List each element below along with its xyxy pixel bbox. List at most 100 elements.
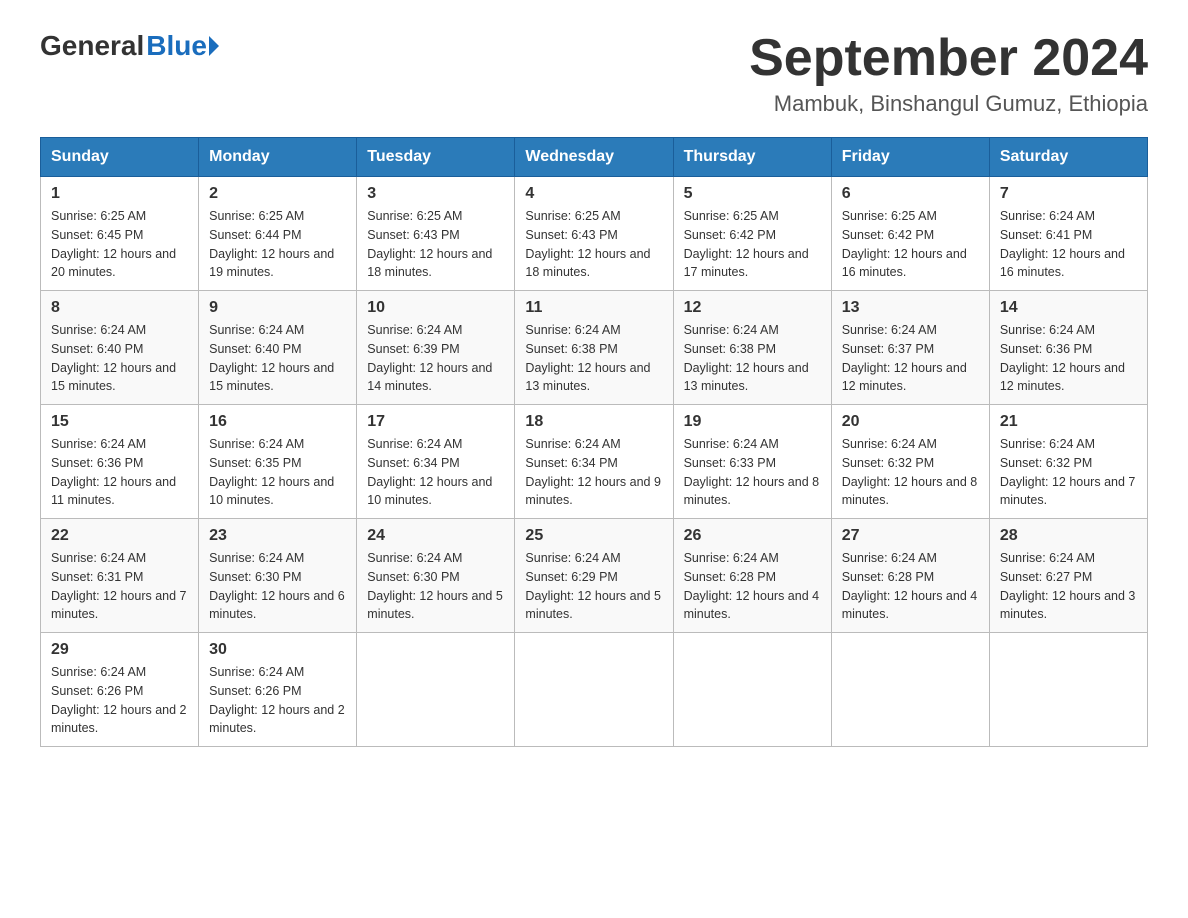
day-number: 8 <box>51 299 188 317</box>
calendar-week-3: 15 Sunrise: 6:24 AMSunset: 6:36 PMDayligh… <box>41 405 1148 519</box>
calendar-cell <box>357 633 515 747</box>
calendar-week-2: 8 Sunrise: 6:24 AMSunset: 6:40 PMDaylight… <box>41 291 1148 405</box>
day-info: Sunrise: 6:24 AMSunset: 6:32 PMDaylight:… <box>1000 435 1137 510</box>
calendar-cell: 13Sunrise: 6:24 AMSunset: 6:37 PMDayligh… <box>831 291 989 405</box>
day-number: 18 <box>525 413 662 431</box>
calendar-week-5: 29 Sunrise: 6:24 AMSunset: 6:26 PMDayligh… <box>41 633 1148 747</box>
day-number: 6 <box>842 185 979 203</box>
calendar-cell: 30 Sunrise: 6:24 AMSunset: 6:26 PMDayligh… <box>199 633 357 747</box>
calendar-week-1: 1Sunrise: 6:25 AMSunset: 6:45 PMDaylight… <box>41 177 1148 291</box>
calendar-cell <box>515 633 673 747</box>
day-number: 11 <box>525 299 662 317</box>
logo-blue-text: Blue <box>146 30 207 62</box>
day-info: Sunrise: 6:24 AMSunset: 6:38 PMDaylight:… <box>684 321 821 396</box>
calendar-cell: 17 Sunrise: 6:24 AMSunset: 6:34 PMDayligh… <box>357 405 515 519</box>
day-info: Sunrise: 6:25 AMSunset: 6:44 PMDaylight:… <box>209 207 346 282</box>
calendar-cell: 2 Sunrise: 6:25 AMSunset: 6:44 PMDaylight… <box>199 177 357 291</box>
day-info: Sunrise: 6:24 AMSunset: 6:40 PMDaylight:… <box>51 321 188 396</box>
weekday-header-tuesday: Tuesday <box>357 138 515 177</box>
title-section: September 2024 Mambuk, Binshangul Gumuz,… <box>749 30 1148 117</box>
calendar-cell: 4 Sunrise: 6:25 AMSunset: 6:43 PMDaylight… <box>515 177 673 291</box>
weekday-header-thursday: Thursday <box>673 138 831 177</box>
weekday-header-saturday: Saturday <box>989 138 1147 177</box>
calendar-cell: 24 Sunrise: 6:24 AMSunset: 6:30 PMDayligh… <box>357 519 515 633</box>
day-info: Sunrise: 6:24 AMSunset: 6:30 PMDaylight:… <box>367 549 504 624</box>
day-info: Sunrise: 6:24 AMSunset: 6:34 PMDaylight:… <box>367 435 504 510</box>
day-number: 4 <box>525 185 662 203</box>
day-number: 12 <box>684 299 821 317</box>
calendar-cell: 19 Sunrise: 6:24 AMSunset: 6:33 PMDayligh… <box>673 405 831 519</box>
day-number: 26 <box>684 527 821 545</box>
calendar-cell: 21 Sunrise: 6:24 AMSunset: 6:32 PMDayligh… <box>989 405 1147 519</box>
day-info: Sunrise: 6:24 AMSunset: 6:34 PMDaylight:… <box>525 435 662 510</box>
day-info: Sunrise: 6:25 AMSunset: 6:43 PMDaylight:… <box>525 207 662 282</box>
calendar-cell: 15 Sunrise: 6:24 AMSunset: 6:36 PMDayligh… <box>41 405 199 519</box>
calendar-week-4: 22 Sunrise: 6:24 AMSunset: 6:31 PMDayligh… <box>41 519 1148 633</box>
calendar-cell: 25Sunrise: 6:24 AMSunset: 6:29 PMDayligh… <box>515 519 673 633</box>
day-number: 23 <box>209 527 346 545</box>
day-info: Sunrise: 6:24 AMSunset: 6:26 PMDaylight:… <box>51 663 188 738</box>
day-number: 16 <box>209 413 346 431</box>
day-number: 13 <box>842 299 979 317</box>
day-info: Sunrise: 6:24 AMSunset: 6:33 PMDaylight:… <box>684 435 821 510</box>
weekday-header-sunday: Sunday <box>41 138 199 177</box>
calendar-cell: 27Sunrise: 6:24 AMSunset: 6:28 PMDayligh… <box>831 519 989 633</box>
calendar-cell: 11 Sunrise: 6:24 AMSunset: 6:38 PMDayligh… <box>515 291 673 405</box>
calendar-cell: 22 Sunrise: 6:24 AMSunset: 6:31 PMDayligh… <box>41 519 199 633</box>
day-number: 2 <box>209 185 346 203</box>
calendar-cell: 3 Sunrise: 6:25 AMSunset: 6:43 PMDaylight… <box>357 177 515 291</box>
calendar-cell <box>989 633 1147 747</box>
day-info: Sunrise: 6:24 AMSunset: 6:28 PMDaylight:… <box>684 549 821 624</box>
day-info: Sunrise: 6:24 AMSunset: 6:38 PMDaylight:… <box>525 321 662 396</box>
day-info: Sunrise: 6:24 AMSunset: 6:31 PMDaylight:… <box>51 549 188 624</box>
calendar-cell: 18 Sunrise: 6:24 AMSunset: 6:34 PMDayligh… <box>515 405 673 519</box>
day-info: Sunrise: 6:24 AMSunset: 6:36 PMDaylight:… <box>51 435 188 510</box>
day-number: 7 <box>1000 185 1137 203</box>
day-info: Sunrise: 6:24 AMSunset: 6:27 PMDaylight:… <box>1000 549 1137 624</box>
calendar-cell: 29 Sunrise: 6:24 AMSunset: 6:26 PMDayligh… <box>41 633 199 747</box>
day-number: 24 <box>367 527 504 545</box>
day-number: 14 <box>1000 299 1137 317</box>
day-number: 1 <box>51 185 188 203</box>
logo-blue-part: Blue <box>144 30 219 62</box>
day-info: Sunrise: 6:24 AMSunset: 6:26 PMDaylight:… <box>209 663 346 738</box>
day-number: 5 <box>684 185 821 203</box>
calendar-cell: 10Sunrise: 6:24 AMSunset: 6:39 PMDayligh… <box>357 291 515 405</box>
day-info: Sunrise: 6:24 AMSunset: 6:39 PMDaylight:… <box>367 321 504 396</box>
day-number: 27 <box>842 527 979 545</box>
day-number: 9 <box>209 299 346 317</box>
calendar-cell: 1Sunrise: 6:25 AMSunset: 6:45 PMDaylight… <box>41 177 199 291</box>
calendar-cell: 28 Sunrise: 6:24 AMSunset: 6:27 PMDayligh… <box>989 519 1147 633</box>
day-number: 21 <box>1000 413 1137 431</box>
day-info: Sunrise: 6:25 AMSunset: 6:43 PMDaylight:… <box>367 207 504 282</box>
day-number: 3 <box>367 185 504 203</box>
calendar-cell: 6 Sunrise: 6:25 AMSunset: 6:42 PMDaylight… <box>831 177 989 291</box>
calendar-cell: 16Sunrise: 6:24 AMSunset: 6:35 PMDayligh… <box>199 405 357 519</box>
day-number: 19 <box>684 413 821 431</box>
weekday-header-monday: Monday <box>199 138 357 177</box>
calendar-cell: 7 Sunrise: 6:24 AMSunset: 6:41 PMDaylight… <box>989 177 1147 291</box>
calendar-cell: 5 Sunrise: 6:25 AMSunset: 6:42 PMDaylight… <box>673 177 831 291</box>
day-number: 15 <box>51 413 188 431</box>
day-number: 28 <box>1000 527 1137 545</box>
calendar-cell: 8 Sunrise: 6:24 AMSunset: 6:40 PMDaylight… <box>41 291 199 405</box>
day-number: 17 <box>367 413 504 431</box>
day-number: 25 <box>525 527 662 545</box>
day-number: 22 <box>51 527 188 545</box>
day-info: Sunrise: 6:24 AMSunset: 6:41 PMDaylight:… <box>1000 207 1137 282</box>
day-number: 30 <box>209 641 346 659</box>
day-info: Sunrise: 6:24 AMSunset: 6:32 PMDaylight:… <box>842 435 979 510</box>
weekday-header-friday: Friday <box>831 138 989 177</box>
calendar-cell: 12 Sunrise: 6:24 AMSunset: 6:38 PMDayligh… <box>673 291 831 405</box>
day-info: Sunrise: 6:25 AMSunset: 6:42 PMDaylight:… <box>842 207 979 282</box>
day-info: Sunrise: 6:25 AMSunset: 6:42 PMDaylight:… <box>684 207 821 282</box>
calendar-table: SundayMondayTuesdayWednesdayThursdayFrid… <box>40 137 1148 747</box>
day-info: Sunrise: 6:24 AMSunset: 6:30 PMDaylight:… <box>209 549 346 624</box>
calendar-cell <box>831 633 989 747</box>
logo-general-text: General <box>40 30 144 62</box>
month-title: September 2024 <box>749 30 1148 87</box>
calendar-cell <box>673 633 831 747</box>
day-number: 29 <box>51 641 188 659</box>
day-number: 20 <box>842 413 979 431</box>
logo: General Blue <box>40 30 219 62</box>
